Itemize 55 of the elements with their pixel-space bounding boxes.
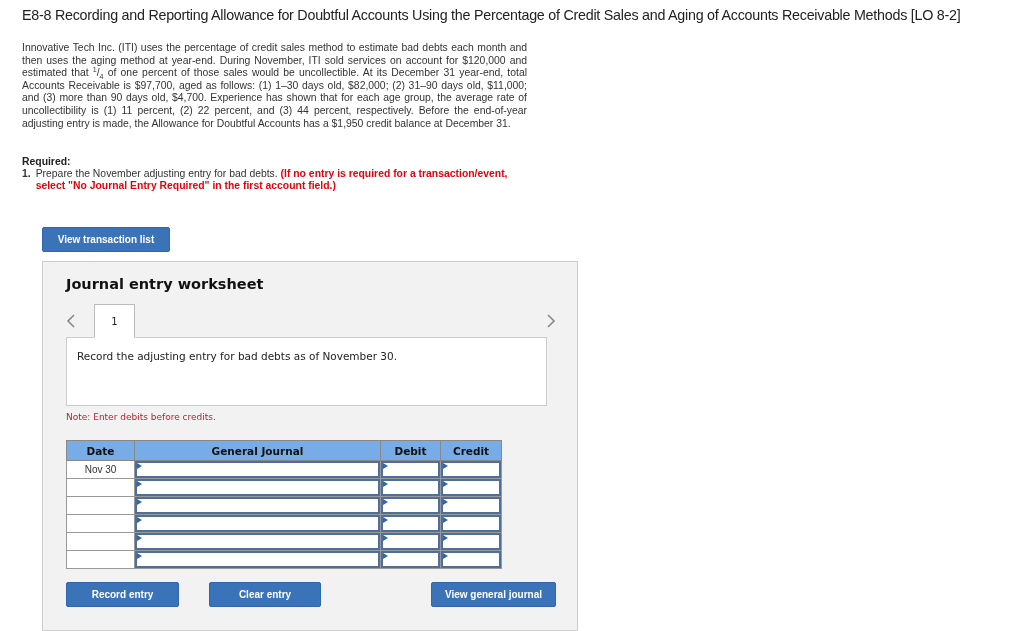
column-header: Date [66,440,135,461]
marker-icon [383,463,388,470]
chevron-left-icon[interactable] [66,314,76,329]
entry-field[interactable] [381,551,440,569]
marker-icon [443,499,448,506]
chevron-right-icon[interactable] [546,314,556,329]
marker-icon [443,517,448,524]
action-button[interactable]: Clear entry [209,582,321,608]
entry-field[interactable] [441,515,501,533]
action-button[interactable]: Record entry [66,582,179,608]
required-heading: Required: [22,156,72,169]
marker-icon [137,481,142,488]
requirement-text: Prepare the November adjusting entry for bad debts. (If no entry is required for a transaction/event, select "No Journal Entry Required" in the first account field.) [35,168,509,193]
marker-icon [137,517,142,524]
entry-field[interactable] [135,515,380,533]
exercise-title: E8-8 Recording and Reporting Allowance for Doubtful Accounts Using the Percentage of Credit Sales and Aging of Accounts Receivable Methods [LO 8-2] [22,6,961,25]
entry-field[interactable] [135,551,380,569]
marker-icon [383,553,388,560]
entry-field[interactable] [135,461,380,479]
entry-field[interactable] [135,497,380,515]
marker-icon [383,517,388,524]
marker-icon [137,535,142,542]
entry-field[interactable] [381,461,440,479]
prompt-text: Record the adjusting entry for bad debts as of November 30. [66,337,547,407]
worksheet-title: Journal entry worksheet [66,276,265,293]
item-number: 1. [22,168,31,182]
entry-field[interactable] [135,479,380,497]
column-header: General Journal [134,440,381,461]
entry-field[interactable] [441,497,501,515]
entry-tab[interactable]: 1 [94,304,135,339]
marker-icon [443,553,448,560]
marker-icon [383,499,388,506]
problem-text: Innovative Tech Inc. (ITI) uses the percentage of credit sales method to estimate bad debts each month and then uses the aging method at year-end. During November, ITI sold services on account for $120,000 and estimated that $^{1}$/$_{4}$ of one percent of those sales would be uncollectible. At its December 31 year-end, total Accounts Receivable is $97,700, aged as follows: (1) 1–30 days old, $82,000; (2) 31–90 days old, $11,000; and (3) more than 90 days old, $4,700. Experience has shown that for each age group, the average rate of uncollectibility is (1) 11 percent, (2) 22 percent, and (3) 44 percent, respectively. Before the end-of-year adjusting entry is made, the Allowance for Doubtful Accounts has a $1,950 credit balance at December 31. [22,42,527,131]
view-transaction-list-button[interactable]: View transaction list [42,227,170,253]
entry-field[interactable] [381,497,440,515]
entry-field[interactable] [441,551,501,569]
entry-field[interactable] [381,533,440,551]
marker-icon [383,481,388,488]
entry-field[interactable] [135,533,380,551]
marker-icon [443,463,448,470]
marker-icon [137,499,142,506]
entry-field[interactable] [381,515,440,533]
marker-icon [137,463,142,470]
action-button[interactable]: View general journal [431,582,556,608]
marker-icon [443,535,448,542]
entry-field[interactable] [441,533,501,551]
column-header: Credit [440,440,502,461]
column-header: Debit [380,440,441,461]
marker-icon [383,535,388,542]
entry-field[interactable] [441,461,501,479]
entry-field[interactable] [441,479,501,497]
entry-field[interactable] [381,479,440,497]
note-text: Note: Enter debits before credits. [66,412,217,423]
marker-icon [443,481,448,488]
marker-icon [137,553,142,560]
